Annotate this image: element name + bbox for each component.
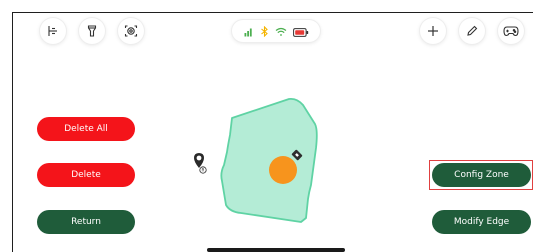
- base-station-icon[interactable]: R: [194, 153, 207, 174]
- delete-button[interactable]: Delete: [37, 163, 135, 187]
- return-label: Return: [71, 217, 101, 227]
- home-indicator: [207, 248, 345, 252]
- return-button[interactable]: Return: [37, 210, 135, 234]
- modify-edge-button[interactable]: Modify Edge: [432, 210, 531, 234]
- config-zone-label: Config Zone: [454, 170, 509, 180]
- config-zone-button[interactable]: Config Zone: [432, 163, 531, 187]
- base-station-badge: R: [202, 168, 205, 173]
- modify-edge-label: Modify Edge: [453, 217, 510, 227]
- delete-label: Delete: [71, 170, 101, 180]
- delete-all-label: Delete All: [64, 124, 108, 134]
- delete-all-button[interactable]: Delete All: [37, 117, 135, 141]
- mowing-zone[interactable]: [220, 97, 318, 223]
